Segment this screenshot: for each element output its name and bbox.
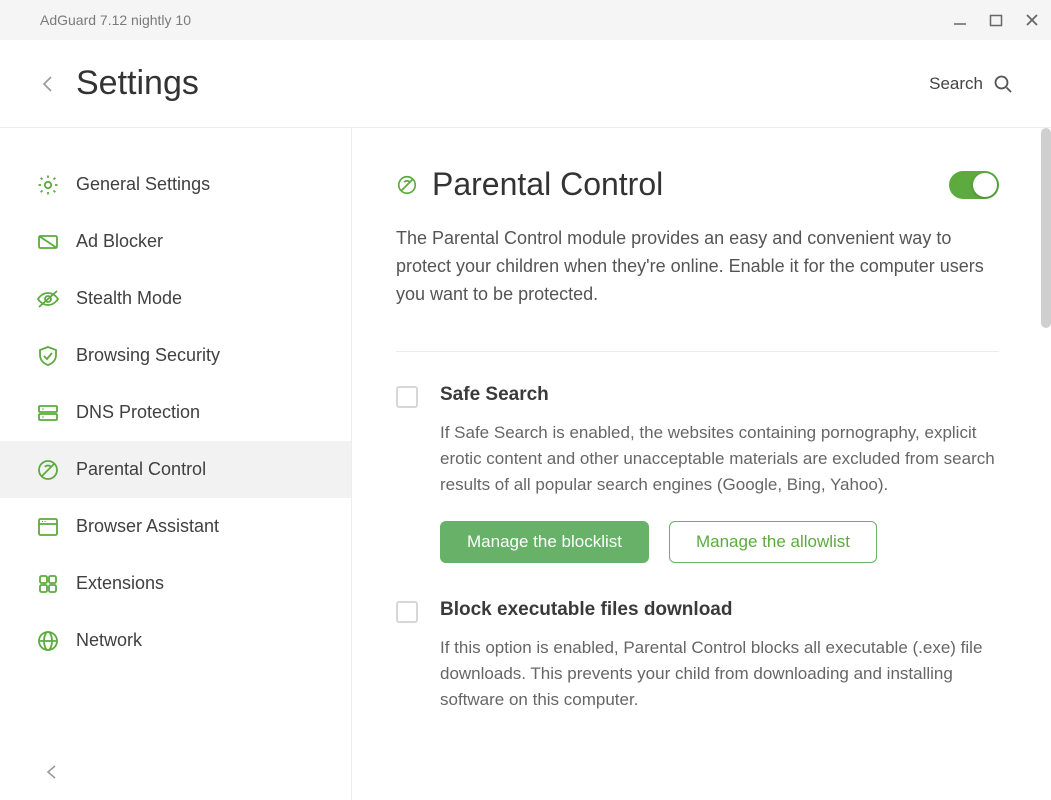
manage-allowlist-button[interactable]: Manage the allowlist xyxy=(669,521,877,563)
sidebar-item-label: General Settings xyxy=(76,174,210,195)
titlebar: AdGuard 7.12 nightly 10 xyxy=(0,0,1051,40)
setting-title: Block executable files download xyxy=(440,599,999,621)
parental-control-toggle[interactable] xyxy=(949,171,999,199)
window-title: AdGuard 7.12 nightly 10 xyxy=(40,12,953,28)
sidebar-item-label: Ad Blocker xyxy=(76,231,163,252)
setting-block-exe: Block executable files download If this … xyxy=(396,599,999,736)
main-content: Parental Control The Parental Control mo… xyxy=(352,128,1051,800)
sidebar-item-label: Extensions xyxy=(76,573,164,594)
sidebar-item-extensions[interactable]: Extensions xyxy=(0,555,351,612)
search-icon xyxy=(993,74,1013,94)
setting-description: If Safe Search is enabled, the websites … xyxy=(440,420,999,499)
setting-description: If this option is enabled, Parental Cont… xyxy=(440,635,999,714)
maximize-button[interactable] xyxy=(989,13,1003,27)
sidebar-item-stealth-mode[interactable]: Stealth Mode xyxy=(0,270,351,327)
ad-blocker-icon xyxy=(36,230,60,254)
sidebar-item-browsing-security[interactable]: Browsing Security xyxy=(0,327,351,384)
minimize-button[interactable] xyxy=(953,13,967,27)
setting-title: Safe Search xyxy=(440,384,999,406)
shield-icon xyxy=(36,344,60,368)
extensions-icon xyxy=(36,572,60,596)
close-button[interactable] xyxy=(1025,13,1039,27)
sidebar-item-ad-blocker[interactable]: Ad Blocker xyxy=(0,213,351,270)
page-title: Settings xyxy=(76,64,929,103)
sidebar-item-label: Stealth Mode xyxy=(76,288,182,309)
sidebar-item-label: Browsing Security xyxy=(76,345,220,366)
section-title: Parental Control xyxy=(432,166,949,203)
sidebar-item-general-settings[interactable]: General Settings xyxy=(0,156,351,213)
search-label: Search xyxy=(929,74,983,94)
toggle-knob xyxy=(973,173,997,197)
page-header: Settings Search xyxy=(0,40,1051,128)
window-controls xyxy=(953,13,1039,27)
parental-control-icon xyxy=(396,174,418,196)
sidebar-item-parental-control[interactable]: Parental Control xyxy=(0,441,351,498)
divider xyxy=(396,351,999,352)
sidebar-item-label: DNS Protection xyxy=(76,402,200,423)
section-header: Parental Control xyxy=(396,166,999,203)
safe-search-checkbox[interactable] xyxy=(396,386,418,408)
stealth-icon xyxy=(36,287,60,311)
button-row: Manage the blocklist Manage the allowlis… xyxy=(440,521,999,563)
sidebar-item-browser-assistant[interactable]: Browser Assistant xyxy=(0,498,351,555)
sidebar-item-label: Browser Assistant xyxy=(76,516,219,537)
network-icon xyxy=(36,629,60,653)
block-exe-checkbox[interactable] xyxy=(396,601,418,623)
browser-icon xyxy=(36,515,60,539)
sidebar-item-label: Network xyxy=(76,630,142,651)
sidebar-item-network[interactable]: Network xyxy=(0,612,351,669)
dns-icon xyxy=(36,401,60,425)
sidebar: General Settings Ad Blocker Stealth Mode… xyxy=(0,128,352,800)
back-button[interactable] xyxy=(38,74,58,94)
scrollbar[interactable] xyxy=(1041,128,1051,328)
manage-blocklist-button[interactable]: Manage the blocklist xyxy=(440,521,649,563)
section-description: The Parental Control module provides an … xyxy=(396,225,999,309)
sidebar-item-dns-protection[interactable]: DNS Protection xyxy=(0,384,351,441)
search-button[interactable]: Search xyxy=(929,74,1013,94)
gear-icon xyxy=(36,173,60,197)
parental-control-icon xyxy=(36,458,60,482)
setting-safe-search: Safe Search If Safe Search is enabled, t… xyxy=(396,384,999,563)
sidebar-item-label: Parental Control xyxy=(76,459,206,480)
collapse-sidebar-button[interactable] xyxy=(42,762,62,782)
